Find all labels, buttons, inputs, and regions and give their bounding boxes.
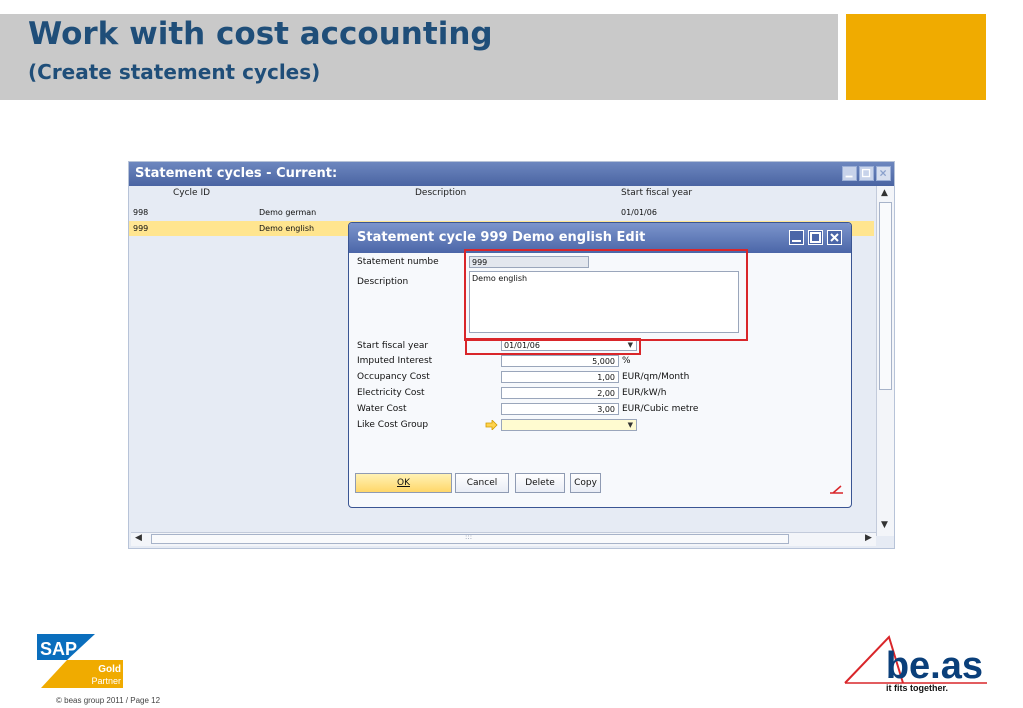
minimize-icon [792,240,801,242]
close-button[interactable] [876,166,891,181]
maximize-icon [861,168,871,178]
column-header-start-fiscal-year[interactable]: Start fiscal year [621,188,692,198]
electricity-cost-unit: EUR/kW/h [622,388,667,398]
window-title: Statement cycles - Current: [135,166,338,181]
like-cost-group-label: Like Cost Group [357,420,429,430]
description-label: Description [357,277,409,287]
close-icon [830,233,839,242]
imputed-interest-unit: % [622,356,631,366]
dialog-close-button[interactable] [827,230,842,245]
minimize-button[interactable] [842,166,857,181]
cell-description: Demo german [259,208,317,217]
cancel-button[interactable]: Cancel [455,473,509,493]
maximize-button[interactable] [859,166,874,181]
highlight-box-fields [464,249,748,341]
scroll-grip: ::: [465,533,473,541]
copy-button-label: Copy [574,478,597,488]
dialog-minimize-button[interactable] [789,230,804,245]
start-fiscal-year-label: Start fiscal year [357,341,429,351]
cell-description: Demo english [259,224,315,233]
copy-button[interactable]: Copy [570,473,601,493]
beas-tagline: it fits together. [886,683,949,693]
sap-gold-partner-logo: SAP Gold Partner [37,634,123,688]
close-icon [880,170,887,177]
delete-button-label: Delete [525,478,555,488]
sap-partner-text: Partner [91,676,121,686]
column-header-description[interactable]: Description [415,188,466,198]
scroll-right-icon[interactable]: ▶ [865,533,872,543]
ok-button-label: OK [397,478,410,488]
column-header-cycle-id[interactable]: Cycle ID [173,188,210,198]
electricity-cost-label: Electricity Cost [357,388,425,398]
maximize-icon [810,232,821,243]
link-arrow-icon[interactable] [485,420,498,430]
delete-button[interactable]: Delete [515,473,565,493]
imputed-interest-label: Imputed Interest [357,356,433,366]
like-cost-group-select[interactable]: ▼ [501,419,637,431]
sap-gold-text: Gold [98,664,121,675]
occupancy-cost-field[interactable]: 1,00 [501,371,619,383]
scroll-left-icon[interactable]: ◀ [135,533,142,543]
beas-logo-text: be.as [886,645,983,687]
sap-logo-text: SAP [40,639,77,659]
vertical-scrollbar[interactable]: ▲ ▼ [876,186,894,536]
imputed-interest-field[interactable]: 5,000 [501,355,619,367]
horizontal-scrollbar[interactable]: ◀ ::: ▶ [131,532,876,546]
electricity-cost-field[interactable]: 2,00 [501,387,619,399]
dialog-maximize-button[interactable] [808,230,823,245]
slide-title: Work with cost accounting [28,16,493,52]
minimize-icon [845,175,853,178]
cell-cycle-id: 998 [133,208,149,217]
footer-copyright: © beas group 2011 / Page 12 [56,696,161,705]
imputed-interest-value: 5,000 [592,357,615,366]
water-cost-field[interactable]: 3,00 [501,403,619,415]
occupancy-cost-label: Occupancy Cost [357,372,430,382]
table-row[interactable]: 998 Demo german 01/01/06 [129,205,874,220]
chevron-down-icon: ▼ [627,421,633,429]
cancel-button-label: Cancel [466,478,498,488]
statement-number-label: Statement numbe [357,257,439,267]
resize-grip-icon[interactable] [829,484,844,494]
scroll-up-icon[interactable]: ▲ [881,188,888,198]
vertical-scroll-thumb[interactable] [879,202,892,390]
scroll-down-icon[interactable]: ▼ [881,520,888,530]
window-titlebar[interactable]: Statement cycles - Current: [129,162,894,186]
header-accent-block [846,14,986,100]
dialog-title: Statement cycle 999 Demo english Edit [357,230,646,245]
slide-subtitle: (Create statement cycles) [28,60,321,84]
cell-cycle-id: 999 [133,224,149,233]
occupancy-cost-unit: EUR/qm/Month [622,372,690,382]
water-cost-value: 3,00 [597,405,615,414]
horizontal-scroll-thumb[interactable]: ::: [151,533,789,544]
occupancy-cost-value: 1,00 [597,373,615,382]
water-cost-unit: EUR/Cubic metre [622,404,699,414]
water-cost-label: Water Cost [357,404,407,414]
electricity-cost-value: 2,00 [597,389,615,398]
cell-start-fiscal-year: 01/01/06 [621,208,657,217]
highlight-box-start-year [465,338,641,355]
ok-button[interactable]: OK [355,473,452,493]
